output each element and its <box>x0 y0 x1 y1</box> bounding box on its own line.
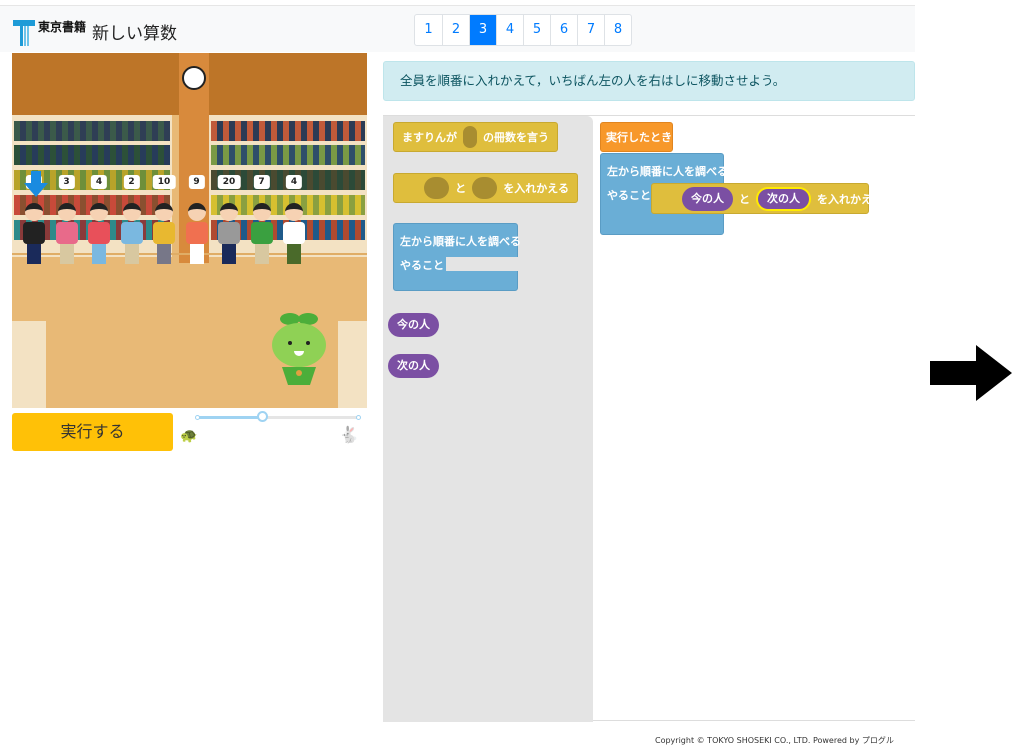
person: 2 <box>120 175 144 264</box>
clock-icon <box>182 66 206 90</box>
book-count-label: 7 <box>253 175 270 189</box>
book-count-label: 4 <box>90 175 108 189</box>
blockly-workspace[interactable]: ますりんが の冊数を言う とを入れかえる 左から順番に人を調べる やること 今の人… <box>383 115 915 722</box>
input-slot[interactable] <box>472 177 498 199</box>
block-text: と <box>455 182 467 195</box>
book-count-label: 9 <box>188 175 205 189</box>
page-1[interactable]: 1 <box>415 15 442 45</box>
right-arrow-icon <box>930 345 1012 401</box>
turtle-icon: 🐢 <box>180 428 198 444</box>
header: 東京書籍 新しい算数 12345678 <box>0 6 915 52</box>
page-4[interactable]: 4 <box>496 15 523 45</box>
toolbox-var-next[interactable]: 次の人 <box>388 354 439 378</box>
book-count-label: 20 <box>217 175 241 189</box>
when-run-hat-block[interactable]: 実行したとき <box>600 122 673 152</box>
speed-slider-thumb[interactable] <box>256 411 268 422</box>
block-text: 左から順番に人を調べる <box>400 235 521 248</box>
page-8[interactable]: 8 <box>604 15 631 45</box>
var-current-slot[interactable]: 今の人 <box>682 186 733 211</box>
page-title: 新しい算数 <box>92 24 177 44</box>
tokyo-shoseki-logo-icon <box>13 20 35 46</box>
brand-name: 東京書籍 <box>38 20 87 34</box>
toolbox-swap-block[interactable]: と を入れかえる <box>393 173 578 203</box>
page-2[interactable]: 2 <box>442 15 469 45</box>
toolbox-var-current[interactable]: 今の人 <box>388 313 439 337</box>
book-count-label: 2 <box>123 175 140 189</box>
rabbit-icon: 🐇 <box>339 425 359 444</box>
run-button[interactable]: 実行する <box>12 413 173 451</box>
block-text: ますりんが <box>402 131 457 144</box>
page-pagination: 12345678 <box>414 14 632 46</box>
arrow-down-icon <box>24 171 48 197</box>
person: 9 <box>185 175 209 264</box>
side-shelf-right <box>338 321 367 408</box>
side-shelf-left <box>12 321 46 408</box>
block-text: を入れかえる <box>817 192 883 206</box>
library-scene: 63 4 2 10 9 20 7 4 <box>12 53 367 408</box>
instruction-alert: 全員を順番に入れかえて，いちばん左の人を右はしに移動させよう。 <box>383 61 915 101</box>
input-slot[interactable] <box>463 126 477 148</box>
block-text: 左から順番に人を調べる <box>607 165 728 178</box>
page-7[interactable]: 7 <box>577 15 604 45</box>
block-toolbox: ますりんが の冊数を言う と を入れかえる 左から順番に人を調べる やること 今の人… <box>383 116 593 722</box>
toolbox-say-count-block[interactable]: ますりんが の冊数を言う <box>393 122 558 152</box>
copyright-footer: Copyright © TOKYO SHOSEKI CO., LTD. Powe… <box>655 736 894 745</box>
block-text: の冊数を言う <box>483 131 549 144</box>
program-swap-block[interactable]: 今の人 と 次の人 を入れかえる <box>651 183 883 214</box>
speed-slider[interactable] <box>195 411 361 422</box>
person: 20 <box>217 175 241 264</box>
masurin-mascot-icon <box>272 313 326 385</box>
person: 6 <box>22 175 46 264</box>
book-count-label: 3 <box>58 175 75 189</box>
person: 7 <box>250 175 274 264</box>
person: 4 <box>87 175 111 264</box>
page-5[interactable]: 5 <box>523 15 550 45</box>
var-next-slot[interactable]: 次の人 <box>756 186 811 211</box>
block-text: を入れかえる <box>503 182 569 195</box>
loop-statement-slot[interactable] <box>446 257 519 271</box>
input-slot[interactable] <box>424 177 450 199</box>
toolbox-loop-block[interactable]: 左から順番に人を調べる やること <box>393 223 521 291</box>
page-3[interactable]: 3 <box>469 15 496 45</box>
page-6[interactable]: 6 <box>550 15 577 45</box>
person: 3 <box>55 175 79 264</box>
person: 10 <box>152 175 176 264</box>
person: 4 <box>282 175 306 264</box>
block-text: と <box>739 192 750 206</box>
book-count-label: 4 <box>285 175 303 189</box>
book-count-label: 10 <box>152 175 176 189</box>
